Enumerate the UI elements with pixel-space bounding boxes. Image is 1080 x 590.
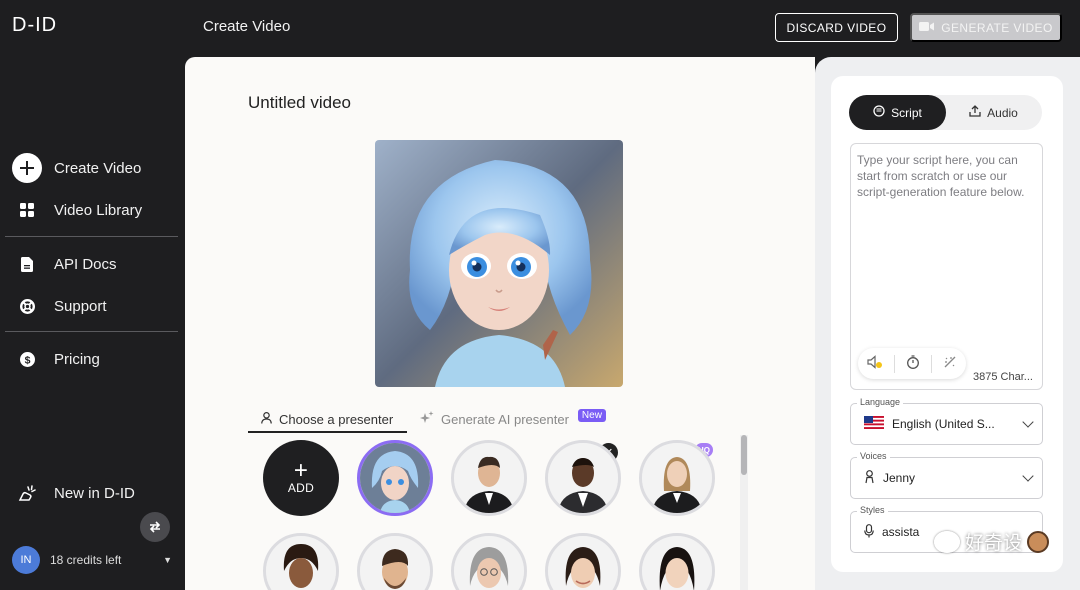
magic-wand-icon[interactable] [943, 355, 957, 372]
tab-script[interactable]: Script [849, 95, 946, 130]
voice-value: Jenny [883, 471, 916, 485]
language-value: English (United S... [892, 417, 995, 431]
presenter-card[interactable] [263, 533, 339, 590]
presenter-grid-scrollbar[interactable] [740, 435, 748, 590]
top-bar: D-ID Create Video DISCARD VIDEO GENERATE… [0, 0, 1080, 57]
sparkle-hand-icon [12, 478, 42, 508]
person-icon [261, 411, 272, 427]
watermark-text: 好奇设 [965, 533, 1023, 554]
plus-circle-icon [12, 153, 42, 183]
svg-text:$: $ [24, 354, 30, 366]
presenter-card-selected[interactable] [357, 440, 433, 516]
tab-audio[interactable]: Audio [945, 95, 1042, 130]
sparkles-icon [420, 411, 434, 428]
presenter-grid: + ADD ✕ HQ HQ HQ [248, 435, 748, 590]
style-value: assista [882, 525, 920, 539]
chevron-down-icon [1022, 470, 1034, 482]
document-icon [12, 249, 42, 279]
monkey-face-icon [1027, 530, 1050, 553]
video-title[interactable]: Untitled video [248, 93, 351, 113]
sidebar-divider [5, 236, 178, 237]
tab-generate-ai-presenter[interactable]: Generate AI presenter New [420, 409, 606, 428]
script-textarea[interactable] [851, 144, 1042, 349]
sidebar-item-support[interactable]: Support [12, 291, 107, 321]
chat-bubble-icon [873, 105, 885, 120]
upload-icon [969, 105, 981, 120]
new-badge: New [577, 409, 606, 422]
watermark: 好奇设 [934, 528, 1050, 555]
main-canvas: Untitled video Choose a presenter Genera… [185, 57, 815, 590]
speaker-pause-icon[interactable] [867, 355, 883, 372]
discard-video-button[interactable]: DISCARD VIDEO [775, 13, 898, 42]
language-label: Language [857, 397, 904, 407]
presenter-preview-image [375, 140, 623, 387]
presenter-card[interactable] [451, 440, 527, 516]
us-flag-icon [864, 416, 884, 432]
presenter-card[interactable] [451, 533, 527, 590]
tool-divider [894, 354, 896, 373]
caret-down-icon: ▼ [163, 555, 172, 565]
avatar: IN [12, 546, 40, 574]
grid-icon [12, 195, 42, 225]
voice-select[interactable]: Jenny [850, 457, 1043, 499]
add-label: ADD [287, 481, 315, 495]
video-camera-icon [919, 21, 935, 35]
script-editor: 3875 Char... [850, 143, 1043, 390]
page-heading: Create Video [203, 18, 291, 35]
presenter-tabs: Choose a presenter Generate AI presenter… [248, 407, 748, 435]
tool-divider [930, 354, 932, 373]
tab-choose-presenter[interactable]: Choose a presenter [248, 407, 407, 433]
presenter-card[interactable] [545, 440, 621, 516]
script-panel: Script Audio 3875 Char... [831, 76, 1063, 572]
account-menu[interactable]: IN 18 credits left ▼ [12, 546, 172, 574]
sidebar-item-label: Create Video [54, 159, 142, 177]
sidebar-item-label: Video Library [54, 201, 143, 219]
script-tools [858, 348, 966, 379]
generate-video-label: GENERATE VIDEO [941, 20, 1053, 35]
sidebar-item-new-in-d-id[interactable]: New in D-ID [12, 478, 135, 508]
d-id-logo[interactable]: D-ID [12, 14, 57, 37]
tab-label: Script [891, 105, 922, 120]
styles-label: Styles [857, 505, 888, 515]
character-count: 3875 Char... [973, 371, 1033, 383]
sidebar-item-video-library[interactable]: Video Library [12, 195, 142, 225]
sidebar-item-label: New in D-ID [54, 484, 135, 502]
sidebar-item-label: Support [54, 297, 107, 315]
presenter-card[interactable] [639, 440, 715, 516]
wechat-icon [934, 530, 960, 553]
sidebar-item-pricing[interactable]: $ Pricing [12, 344, 100, 374]
presenter-card[interactable] [357, 533, 433, 590]
sidebar-item-api-docs[interactable]: API Docs [12, 249, 117, 279]
tab-label: Audio [987, 105, 1018, 120]
sidebar: Create Video Video Library API Docs Supp… [0, 57, 185, 590]
switch-account-button[interactable] [140, 512, 170, 542]
voices-label: Voices [857, 451, 890, 461]
microphone-icon [864, 523, 874, 541]
sidebar-item-label: API Docs [54, 255, 117, 273]
generate-video-button[interactable]: GENERATE VIDEO [910, 13, 1062, 42]
sidebar-item-label: Pricing [54, 350, 100, 368]
sidebar-divider [5, 331, 178, 332]
language-select[interactable]: English (United S... [850, 403, 1043, 445]
dollar-icon: $ [12, 344, 42, 374]
timer-icon[interactable] [906, 355, 920, 372]
chevron-down-icon [1022, 416, 1034, 428]
voice-person-icon [864, 469, 875, 487]
plus-icon: + [293, 457, 309, 484]
credits-remaining: 18 credits left [50, 553, 122, 567]
tab-label: Generate AI presenter [441, 412, 569, 427]
add-presenter-button[interactable]: + ADD [263, 440, 339, 516]
script-audio-toggle: Script Audio [849, 95, 1042, 130]
tab-label: Choose a presenter [279, 411, 394, 427]
presenter-card[interactable] [545, 533, 621, 590]
lifebuoy-icon [12, 291, 42, 321]
scrollbar-thumb[interactable] [741, 435, 747, 475]
presenter-card[interactable] [639, 533, 715, 590]
sidebar-item-create-video[interactable]: Create Video [12, 153, 141, 183]
